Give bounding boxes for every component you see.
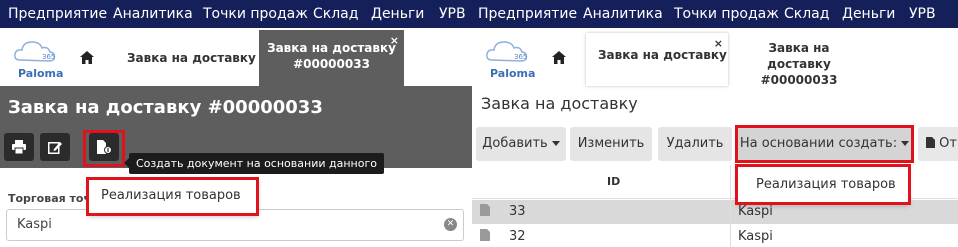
tab-label: Завка на доставку	[598, 48, 727, 62]
logo-number: 365	[42, 53, 56, 61]
tab-delivery-document[interactable]: × Завка на доставку #00000033	[259, 30, 404, 86]
column-id[interactable]: ID	[607, 175, 620, 188]
tab-label-line2: #00000033	[760, 73, 838, 87]
tab-label-line1: Завка на доставку	[267, 41, 396, 55]
delete-label: Удалить	[666, 136, 724, 151]
logo-number: 365	[514, 53, 528, 61]
logo-text: Paloma	[18, 67, 64, 80]
nav-warehouse[interactable]: Склад	[313, 5, 358, 23]
nav-analytics[interactable]: Аналитика	[583, 5, 663, 23]
create-based-on-tooltip: Создать документ на основании данного	[124, 153, 384, 174]
nav-enterprise[interactable]: Предприятие	[8, 5, 107, 23]
nav-sales-points[interactable]: Точки продаж	[203, 5, 308, 23]
tab-label-line2: #00000033	[293, 57, 370, 71]
top-nav: Предприятие Аналитика Точки продаж Склад…	[472, 0, 958, 28]
document-title: Завка на доставку #00000033	[8, 97, 323, 118]
report-label: Отч	[939, 136, 958, 151]
delete-button[interactable]: Удалить	[658, 127, 732, 161]
paloma-logo[interactable]: 365 Paloma	[484, 36, 536, 80]
top-nav: Предприятие Аналитика Точки продаж Склад…	[0, 0, 472, 28]
tab-label-line1: Завка на доставку	[767, 41, 831, 71]
close-icon[interactable]: ×	[390, 33, 399, 49]
nav-analytics[interactable]: Аналитика	[113, 5, 193, 23]
page-title: Завка на доставку	[481, 94, 638, 113]
nav-urv[interactable]: УРВ	[439, 5, 466, 23]
add-label: Добавить	[482, 136, 548, 151]
tab-delivery-document[interactable]: Завка на доставку #00000033	[744, 40, 854, 88]
nav-sales-points[interactable]: Точки продаж	[674, 5, 779, 23]
tabs-bar: 365 Paloma Завка на доставку × Завка на …	[0, 28, 472, 86]
left-screenshot-panel: Предприятие Аналитика Точки продаж Склад…	[0, 0, 472, 247]
tabs-bar: 365 Paloma × Завка на доставку Завка на …	[472, 28, 958, 88]
row-sales-point: Kaspi	[738, 204, 773, 219]
tab-label: Завка на доставку	[127, 51, 256, 65]
highlight-create-based-on	[735, 125, 914, 163]
clear-icon[interactable]: ✕	[444, 218, 457, 231]
edit-button[interactable]: Изменить	[570, 127, 652, 161]
document-icon	[480, 204, 490, 220]
highlight-menu-item	[735, 164, 911, 205]
right-screenshot-panel: Предприятие Аналитика Точки продаж Склад…	[472, 0, 958, 247]
document-icon	[480, 229, 490, 245]
row-id: 33	[509, 204, 526, 219]
report-button[interactable]: Отч	[918, 127, 958, 161]
report-icon	[926, 136, 935, 151]
tab-delivery-list[interactable]: × Завка на доставку	[586, 33, 728, 86]
close-icon[interactable]: ×	[714, 36, 723, 52]
highlight-menu-item	[86, 177, 259, 216]
tab-delivery-list[interactable]: Завка на доставку	[127, 50, 256, 66]
table-row[interactable]: 32 Kaspi	[472, 225, 958, 247]
sales-point-label: Торговая точ	[8, 192, 91, 205]
nav-money[interactable]: Деньги	[371, 5, 424, 23]
nav-money[interactable]: Деньги	[842, 5, 895, 23]
column-divider	[730, 165, 731, 247]
add-button[interactable]: Добавить	[476, 127, 566, 161]
sales-point-value: Kaspi	[17, 217, 52, 232]
home-icon[interactable]	[80, 51, 94, 68]
nav-enterprise[interactable]: Предприятие	[478, 5, 577, 23]
row-sales-point: Kaspi	[738, 229, 773, 244]
nav-urv[interactable]: УРВ	[909, 5, 936, 23]
chevron-down-icon	[551, 141, 560, 146]
edit-button[interactable]	[40, 133, 70, 161]
paloma-logo[interactable]: 365 Paloma	[12, 36, 64, 80]
print-button[interactable]	[4, 133, 34, 161]
row-id: 32	[509, 229, 526, 244]
highlight-create-based-on	[83, 130, 125, 167]
nav-warehouse[interactable]: Склад	[784, 5, 829, 23]
home-icon[interactable]	[552, 51, 566, 68]
edit-label: Изменить	[577, 136, 645, 151]
logo-text: Paloma	[490, 67, 536, 80]
